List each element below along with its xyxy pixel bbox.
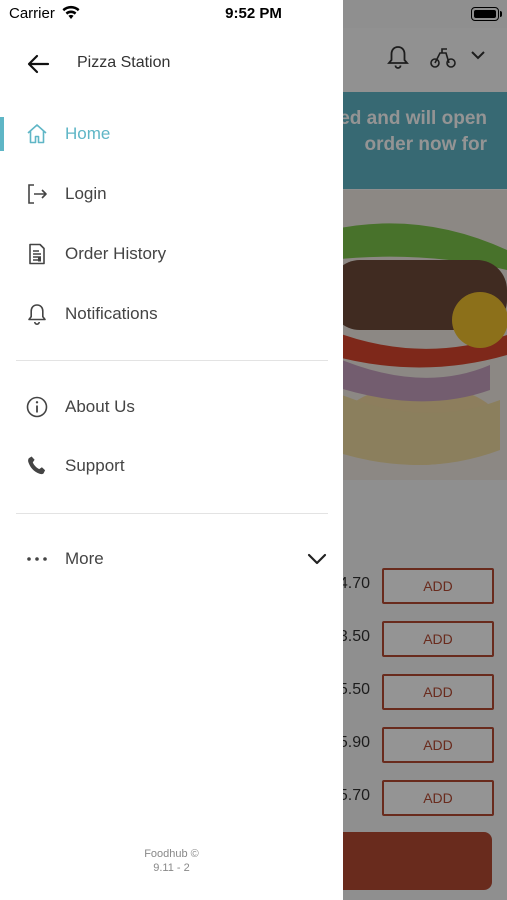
clock: 9:52 PM — [225, 5, 282, 22]
divider — [16, 513, 328, 514]
nav-item-label: About Us — [65, 397, 135, 416]
battery-icon — [471, 7, 499, 21]
drawer-title: Pizza Station — [77, 54, 171, 71]
active-indicator — [0, 117, 4, 151]
status-bar: Carrier 9:52 PM — [0, 0, 507, 28]
bell-icon — [25, 302, 49, 326]
arrow-left-icon — [27, 54, 50, 74]
nav-item-order-history[interactable]: Order History — [0, 229, 343, 279]
chevron-down-icon — [306, 548, 328, 570]
footer-brand: Foodhub © — [144, 848, 199, 860]
divider — [16, 360, 328, 361]
nav-item-notifications[interactable]: Notifications — [0, 289, 343, 339]
nav-item-label: Home — [65, 124, 111, 143]
nav-item-home[interactable]: Home — [0, 109, 343, 159]
back-button[interactable] — [24, 50, 54, 78]
footer-version: 9.11 - 2 — [153, 862, 190, 874]
more-dots-icon — [25, 547, 49, 571]
navigation-drawer: Pizza Station Home Login Order History N… — [0, 0, 343, 900]
info-icon — [25, 395, 49, 419]
login-icon — [25, 182, 49, 206]
nav-item-support[interactable]: Support — [0, 441, 343, 491]
nav-item-label: More — [65, 549, 104, 568]
nav-item-login[interactable]: Login — [0, 169, 343, 219]
app-footer: Foodhub © 9.11 - 2 — [0, 847, 343, 875]
drawer-header: Pizza Station — [0, 42, 343, 86]
nav-item-label: Notifications — [65, 304, 158, 323]
nav-item-about-us[interactable]: About Us — [0, 382, 343, 432]
nav-item-label: Login — [65, 184, 107, 203]
nav-item-more[interactable]: More — [0, 534, 343, 584]
receipt-icon — [25, 242, 49, 266]
nav-item-label: Order History — [65, 244, 167, 263]
home-icon — [25, 122, 49, 146]
nav-item-label: Support — [65, 456, 125, 475]
phone-icon — [25, 454, 49, 478]
